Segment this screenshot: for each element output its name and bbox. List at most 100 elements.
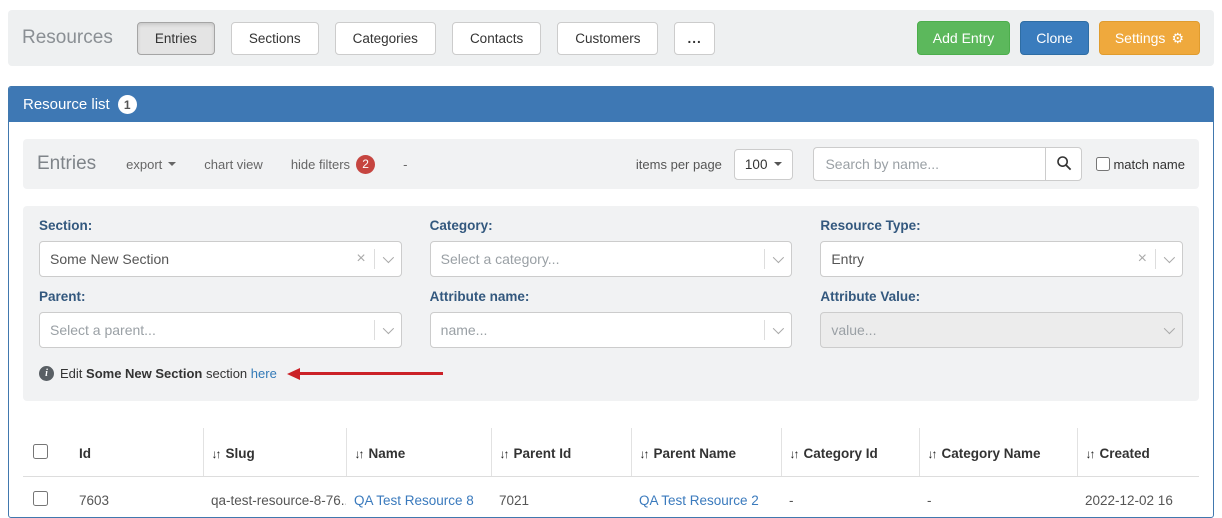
tab-group: Entries Sections Categories Contacts Cus… bbox=[137, 22, 715, 55]
red-arrow-annotation bbox=[287, 368, 443, 380]
panel-header: Resource list 1 bbox=[9, 87, 1213, 122]
attribute-value-label: Attribute Value: bbox=[820, 289, 1183, 304]
tab-contacts[interactable]: Contacts bbox=[452, 22, 541, 55]
clone-button[interactable]: Clone bbox=[1020, 21, 1089, 55]
export-dropdown[interactable]: export bbox=[126, 157, 176, 172]
resource-type-select[interactable]: Entry × bbox=[820, 241, 1183, 277]
category-label: Category: bbox=[430, 218, 793, 233]
cell-parent-id: 7021 bbox=[491, 477, 631, 518]
settings-button[interactable]: Settings ⚙ bbox=[1099, 21, 1200, 55]
clear-icon[interactable]: × bbox=[356, 251, 365, 267]
panel-body: Entries export chart view hide filters 2… bbox=[9, 122, 1213, 518]
table-row: 7603 qa-test-resource-8-76... QA Test Re… bbox=[23, 477, 1199, 518]
filter-resource-type: Resource Type: Entry × bbox=[820, 218, 1183, 277]
sort-icon[interactable]: ↓↑ bbox=[1086, 447, 1094, 461]
search-input[interactable] bbox=[813, 147, 1045, 181]
parent-select[interactable]: Select a parent... bbox=[39, 312, 402, 348]
chevron-down-icon[interactable] bbox=[382, 323, 393, 334]
attribute-name-select[interactable]: name... bbox=[430, 312, 793, 348]
match-name-checkbox[interactable] bbox=[1096, 157, 1110, 171]
page-title: Resources bbox=[22, 27, 113, 49]
entries-heading: Entries bbox=[37, 153, 96, 175]
column-header-slug[interactable]: ↓↑Slug bbox=[203, 428, 346, 477]
hide-filters-link[interactable]: hide filters 2 bbox=[291, 155, 375, 174]
tab-categories[interactable]: Categories bbox=[335, 22, 436, 55]
select-divider bbox=[764, 320, 765, 340]
tab-customers[interactable]: Customers bbox=[557, 22, 658, 55]
chevron-down-icon[interactable] bbox=[773, 252, 784, 263]
chevron-down-icon[interactable] bbox=[773, 323, 784, 334]
cell-parent-name: QA Test Resource 2 bbox=[631, 477, 781, 518]
select-divider bbox=[1155, 249, 1156, 269]
column-header-parent-id[interactable]: ↓↑Parent Id bbox=[491, 428, 631, 477]
edit-section-hint: i Edit Some New Section section here bbox=[39, 366, 1183, 381]
settings-button-label: Settings bbox=[1115, 30, 1166, 46]
attribute-name-placeholder: name... bbox=[441, 322, 765, 338]
count-badge: 1 bbox=[118, 95, 137, 114]
attribute-value-placeholder: value... bbox=[831, 322, 1164, 338]
resource-table: Id ↓↑Slug ↓↑Name ↓↑Parent Id ↓↑Parent Na… bbox=[23, 428, 1199, 518]
sort-icon[interactable]: ↓↑ bbox=[928, 447, 936, 461]
filter-attribute-name: Attribute name: name... bbox=[430, 289, 793, 348]
sort-icon[interactable]: ↓↑ bbox=[640, 447, 648, 461]
select-divider bbox=[764, 249, 765, 269]
cell-slug: qa-test-resource-8-76... bbox=[203, 477, 346, 518]
parent-name-link[interactable]: QA Test Resource 2 bbox=[639, 493, 759, 508]
clear-icon[interactable]: × bbox=[1138, 251, 1147, 267]
sort-icon[interactable]: ↓↑ bbox=[790, 447, 798, 461]
cell-name: QA Test Resource 8 bbox=[346, 477, 491, 518]
sort-icon[interactable]: ↓↑ bbox=[355, 447, 363, 461]
chevron-down-icon[interactable] bbox=[382, 252, 393, 263]
select-all-cell bbox=[23, 428, 71, 477]
column-header-created[interactable]: ↓↑Created bbox=[1077, 428, 1199, 477]
column-header-id: Id bbox=[71, 428, 203, 477]
column-header-parent-name[interactable]: ↓↑Parent Name bbox=[631, 428, 781, 477]
filter-section: Section: Some New Section × bbox=[39, 218, 402, 277]
resource-list-panel: Resource list 1 Entries export chart vie… bbox=[8, 86, 1214, 518]
dash-link[interactable]: - bbox=[403, 157, 407, 172]
section-select[interactable]: Some New Section × bbox=[39, 241, 402, 277]
page: Resources Entries Sections Categories Co… bbox=[0, 0, 1222, 518]
items-per-page-label: items per page bbox=[636, 157, 722, 172]
chevron-down-icon[interactable] bbox=[1164, 252, 1175, 263]
filters-count-badge: 2 bbox=[356, 155, 375, 174]
more-tabs-button[interactable]: ... bbox=[674, 22, 714, 55]
column-header-category-id[interactable]: ↓↑Category Id bbox=[781, 428, 919, 477]
match-name-toggle[interactable]: match name bbox=[1096, 157, 1185, 172]
edit-section-link[interactable]: here bbox=[251, 366, 277, 381]
tab-sections[interactable]: Sections bbox=[231, 22, 319, 55]
search-icon bbox=[1056, 155, 1072, 174]
column-header-name[interactable]: ↓↑Name bbox=[346, 428, 491, 477]
edit-section-text: Edit Some New Section section here bbox=[60, 366, 277, 381]
section-label: Section: bbox=[39, 218, 402, 233]
tab-entries[interactable]: Entries bbox=[137, 22, 215, 55]
column-header-category-name[interactable]: ↓↑Category Name bbox=[919, 428, 1077, 477]
category-select[interactable]: Select a category... bbox=[430, 241, 793, 277]
add-entry-button[interactable]: Add Entry bbox=[917, 21, 1010, 55]
row-checkbox[interactable] bbox=[33, 491, 48, 506]
filter-grid: Section: Some New Section × Category: bbox=[39, 218, 1183, 348]
resource-name-link[interactable]: QA Test Resource 8 bbox=[354, 493, 474, 508]
arrow-head bbox=[287, 368, 300, 380]
chart-view-link[interactable]: chart view bbox=[204, 157, 263, 172]
action-buttons: Add Entry Clone Settings ⚙ bbox=[917, 21, 1200, 55]
caret-down-icon bbox=[168, 162, 176, 166]
attribute-name-label: Attribute name: bbox=[430, 289, 793, 304]
search-button[interactable] bbox=[1045, 147, 1082, 181]
select-divider bbox=[374, 249, 375, 269]
page-size-select[interactable]: 100 bbox=[734, 149, 794, 180]
entries-toolbar: Entries export chart view hide filters 2… bbox=[23, 139, 1199, 189]
filter-category: Category: Select a category... bbox=[430, 218, 793, 277]
export-label: export bbox=[126, 157, 162, 172]
arrow-line bbox=[300, 372, 443, 375]
section-name-bold: Some New Section bbox=[86, 366, 202, 381]
panel-title: Resource list bbox=[23, 96, 110, 113]
filter-parent: Parent: Select a parent... bbox=[39, 289, 402, 348]
chevron-down-icon bbox=[1164, 323, 1175, 334]
sort-icon[interactable]: ↓↑ bbox=[500, 447, 508, 461]
hide-filters-label: hide filters bbox=[291, 157, 350, 172]
select-all-checkbox[interactable] bbox=[33, 444, 48, 459]
category-select-placeholder: Select a category... bbox=[441, 251, 765, 267]
sort-icon[interactable]: ↓↑ bbox=[212, 447, 220, 461]
section-select-value: Some New Section bbox=[50, 251, 356, 267]
